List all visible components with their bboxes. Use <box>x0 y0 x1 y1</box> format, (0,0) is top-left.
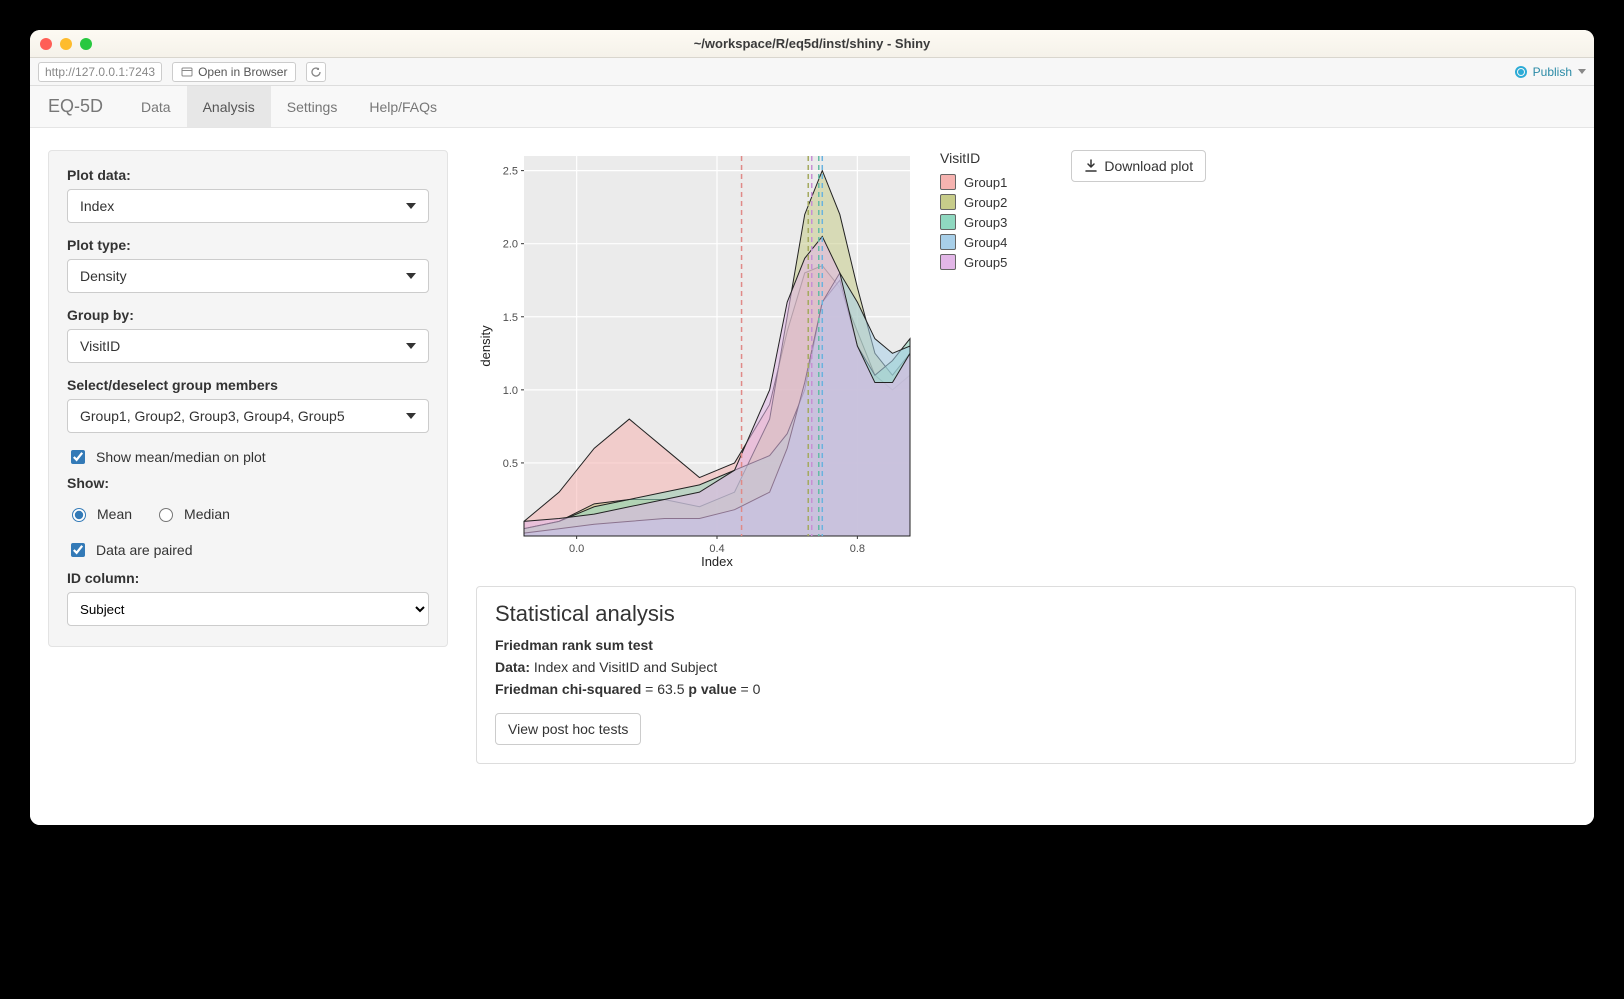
legend-swatch <box>940 234 956 250</box>
show-mean-median-label[interactable]: Show mean/median on plot <box>96 449 266 465</box>
legend-label: Group5 <box>964 255 1007 270</box>
stats-chi-value: 63.5 <box>657 681 684 697</box>
group-by-value: VisitID <box>80 338 120 354</box>
stats-equals: = <box>645 681 657 697</box>
idcol-label: ID column: <box>67 570 429 586</box>
tab-help-faqs[interactable]: Help/FAQs <box>353 86 453 127</box>
close-icon[interactable] <box>40 38 52 50</box>
window-title: ~/workspace/R/eq5d/inst/shiny - Shiny <box>694 36 931 51</box>
legend-item: Group5 <box>940 252 1007 272</box>
publish-label: Publish <box>1533 65 1572 79</box>
reload-button[interactable] <box>306 62 326 82</box>
posthoc-label: View post hoc tests <box>508 721 628 737</box>
plot-data-label: Plot data: <box>67 167 429 183</box>
plot-type-label: Plot type: <box>67 237 429 253</box>
publish-button[interactable]: Publish <box>1515 65 1586 79</box>
stats-equals: = <box>741 681 753 697</box>
stats-p-label: p value <box>688 681 736 697</box>
idcol-select[interactable]: Subject <box>67 592 429 626</box>
legend-item: Group1 <box>940 172 1007 192</box>
group-by-select[interactable]: VisitID <box>67 329 429 363</box>
show-mean-radio[interactable] <box>72 508 86 522</box>
legend-label: Group1 <box>964 175 1007 190</box>
show-median-radio[interactable] <box>159 508 173 522</box>
members-value: Group1, Group2, Group3, Group4, Group5 <box>80 408 345 424</box>
legend-item: Group3 <box>940 212 1007 232</box>
viewer-toolbar: http://127.0.0.1:7243 Open in Browser Pu… <box>30 58 1594 86</box>
legend-label: Group4 <box>964 235 1007 250</box>
svg-text:Index: Index <box>701 554 733 569</box>
download-plot-label: Download plot <box>1104 158 1193 174</box>
stats-p-value: 0 <box>753 681 761 697</box>
chevron-down-icon <box>406 343 416 349</box>
browser-icon <box>181 66 193 78</box>
navbar: EQ-5D DataAnalysisSettingsHelp/FAQs <box>30 86 1594 128</box>
titlebar: ~/workspace/R/eq5d/inst/shiny - Shiny <box>30 30 1594 58</box>
plot-type-value: Density <box>80 268 127 284</box>
group-by-label: Group by: <box>67 307 429 323</box>
plot-data-select[interactable]: Index <box>67 189 429 223</box>
open-in-browser-label: Open in Browser <box>198 65 287 79</box>
show-median-radio-label[interactable]: Median <box>184 506 230 522</box>
chevron-down-icon <box>406 413 416 419</box>
plot-area: 0.51.01.52.02.50.00.40.8Indexdensity Vis… <box>476 150 1576 572</box>
zoom-icon[interactable] <box>80 38 92 50</box>
stats-panel: Statistical analysis Friedman rank sum t… <box>476 586 1576 764</box>
svg-text:1.5: 1.5 <box>503 312 518 324</box>
show-label: Show: <box>67 475 429 491</box>
chevron-down-icon <box>406 203 416 209</box>
legend-label: Group2 <box>964 195 1007 210</box>
paired-checkbox[interactable] <box>71 543 85 557</box>
members-select[interactable]: Group1, Group2, Group3, Group4, Group5 <box>67 399 429 433</box>
stats-test: Friedman rank sum test <box>495 637 653 653</box>
members-label: Select/deselect group members <box>67 377 429 393</box>
sidebar-panel: Plot data: Index Plot type: Density <box>48 150 448 647</box>
chevron-down-icon <box>406 273 416 279</box>
legend-item: Group4 <box>940 232 1007 252</box>
paired-label[interactable]: Data are paired <box>96 542 193 558</box>
legend-swatch <box>940 214 956 230</box>
posthoc-button[interactable]: View post hoc tests <box>495 713 641 745</box>
svg-text:2.5: 2.5 <box>503 166 518 178</box>
svg-text:1.0: 1.0 <box>503 385 518 397</box>
stats-chi-label: Friedman chi-squared <box>495 681 641 697</box>
plot-data-value: Index <box>80 198 114 214</box>
stats-heading: Statistical analysis <box>495 601 1557 627</box>
svg-text:density: density <box>478 325 493 367</box>
legend-swatch <box>940 194 956 210</box>
legend-swatch <box>940 174 956 190</box>
legend-item: Group2 <box>940 192 1007 212</box>
app-brand: EQ-5D <box>48 96 103 117</box>
legend-title: VisitID <box>940 150 1007 166</box>
publish-icon <box>1515 66 1527 78</box>
download-plot-button[interactable]: Download plot <box>1071 150 1206 182</box>
url-field[interactable]: http://127.0.0.1:7243 <box>38 62 162 82</box>
legend-swatch <box>940 254 956 270</box>
show-mean-median-checkbox[interactable] <box>71 450 85 464</box>
tab-analysis[interactable]: Analysis <box>187 86 271 127</box>
open-in-browser-button[interactable]: Open in Browser <box>172 62 296 82</box>
minimize-icon[interactable] <box>60 38 72 50</box>
svg-text:0.0: 0.0 <box>569 543 584 555</box>
tab-data[interactable]: Data <box>125 86 187 127</box>
svg-text:2.0: 2.0 <box>503 239 518 251</box>
show-mean-radio-label[interactable]: Mean <box>97 506 132 522</box>
chevron-down-icon <box>1578 69 1586 74</box>
svg-text:0.5: 0.5 <box>503 458 518 470</box>
download-icon <box>1084 159 1098 173</box>
plot-legend: VisitID Group1 Group2 Group3 Group4 Group5 <box>940 150 1007 272</box>
stats-data-label: Data: <box>495 659 530 675</box>
legend-label: Group3 <box>964 215 1007 230</box>
density-plot: 0.51.01.52.02.50.00.40.8Indexdensity <box>476 150 916 572</box>
reload-icon <box>310 66 322 78</box>
svg-text:0.8: 0.8 <box>850 543 865 555</box>
app-window: ~/workspace/R/eq5d/inst/shiny - Shiny ht… <box>30 30 1594 825</box>
tab-settings[interactable]: Settings <box>271 86 354 127</box>
stats-data-value: Index and VisitID and Subject <box>534 659 717 675</box>
plot-type-select[interactable]: Density <box>67 259 429 293</box>
